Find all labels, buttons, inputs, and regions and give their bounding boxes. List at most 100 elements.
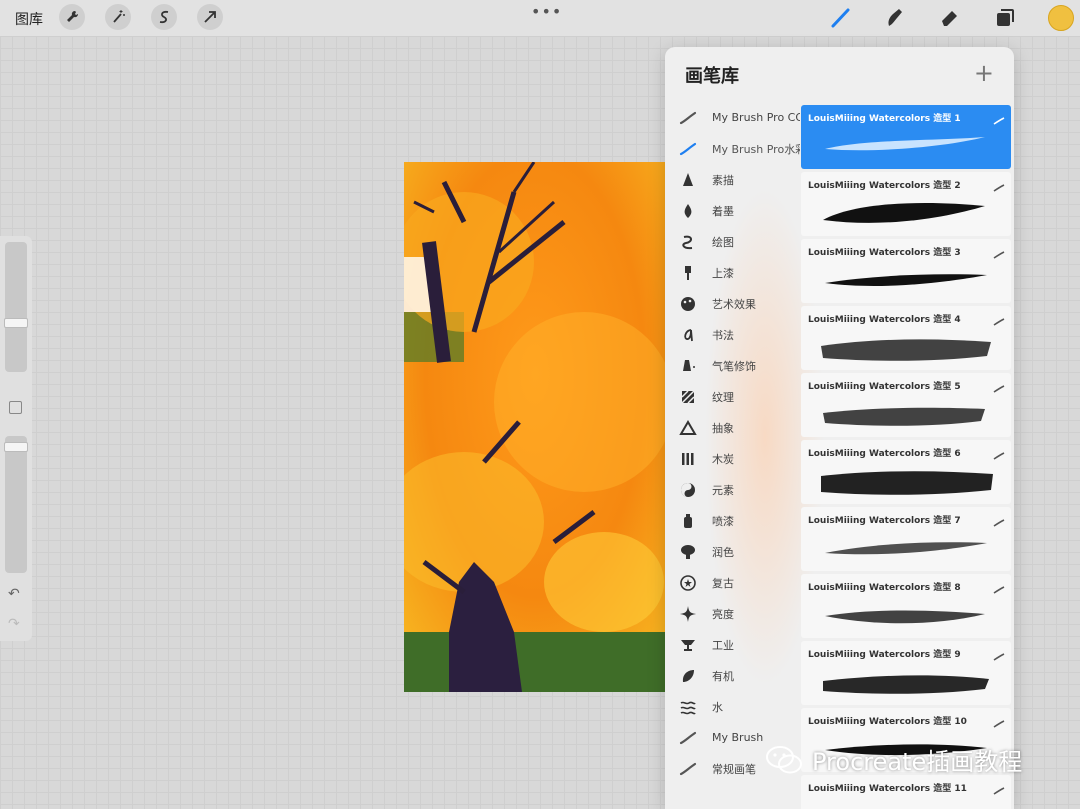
brush-category-item[interactable]: 水 — [665, 691, 801, 722]
brush-item[interactable]: LouisMiiing Watercolors 造型 5 — [801, 373, 1011, 437]
brush-category-list: My Brush Pro CG My Brush Pro水彩 素描着墨绘图上漆艺术效… — [665, 102, 801, 784]
brush-category-label: 亮度 — [712, 607, 734, 621]
selection-icon[interactable] — [151, 4, 177, 30]
texture-icon — [679, 388, 697, 406]
brush-name: LouisMiiing Watercolors 造型 5 — [808, 382, 961, 392]
brush-category-label: 喷漆 — [712, 514, 734, 528]
brush-category-item[interactable]: 喷漆 — [665, 505, 801, 536]
paint-brush-icon — [679, 264, 697, 282]
brush-stroke-preview — [815, 596, 995, 636]
brush-icon[interactable] — [829, 6, 853, 30]
ink-drop-icon — [679, 202, 697, 220]
brush-item[interactable]: LouisMiiing Watercolors 造型 6 — [801, 440, 1011, 504]
brush-category-label: 常规画笔 — [712, 762, 756, 776]
undo-icon[interactable]: ↶ — [8, 586, 20, 602]
redo-icon[interactable]: ↷ — [8, 616, 20, 632]
magic-wand-icon[interactable] — [105, 4, 131, 30]
brush-category-label: 气笔修饰 — [712, 359, 756, 373]
brush-preview-icon — [993, 445, 1005, 460]
brush-category-item[interactable]: 绘图 — [665, 226, 801, 257]
more-options-icon[interactable]: ••• — [531, 2, 562, 21]
brush-stroke-icon — [679, 729, 697, 747]
brush-category-item[interactable]: 艺术效果 — [665, 288, 801, 319]
brush-category-label: 水 — [712, 700, 723, 714]
brush-size-thumb[interactable] — [4, 318, 28, 328]
artwork-canvas[interactable] — [404, 162, 666, 692]
retro-star-icon — [679, 574, 697, 592]
brush-category-label: 素描 — [712, 173, 734, 187]
brush-preview-icon — [993, 177, 1005, 192]
brush-stroke-icon — [679, 760, 697, 778]
brush-item[interactable]: LouisMiiing Watercolors 造型 9 — [801, 641, 1011, 705]
brush-name: LouisMiiing Watercolors 造型 2 — [808, 181, 961, 191]
brush-item[interactable]: LouisMiiing Watercolors 造型 8 — [801, 574, 1011, 638]
opacity-slider[interactable] — [5, 436, 27, 573]
brush-category-item[interactable]: 着墨 — [665, 195, 801, 226]
gallery-button[interactable]: 图库 — [15, 9, 43, 29]
brush-category-label: 木炭 — [712, 452, 734, 466]
brush-category-label: 艺术效果 — [712, 297, 756, 311]
brush-item[interactable]: LouisMiiing Watercolors 造型 4 — [801, 306, 1011, 370]
brush-stroke-preview — [815, 328, 995, 368]
brush-item[interactable]: LouisMiiing Watercolors 造型 3 — [801, 239, 1011, 303]
calligraphy-icon — [679, 326, 697, 344]
brush-category-label: 有机 — [712, 669, 734, 683]
brush-category-item[interactable]: 木炭 — [665, 443, 801, 474]
brush-category-item[interactable]: 上漆 — [665, 257, 801, 288]
brush-item[interactable]: LouisMiiing Watercolors 造型 1 — [801, 105, 1011, 169]
triangle-icon — [679, 419, 697, 437]
brush-name: LouisMiiing Watercolors 造型 8 — [808, 583, 961, 593]
transform-arrow-icon[interactable] — [197, 4, 223, 30]
eraser-icon[interactable] — [938, 6, 962, 30]
panel-title: 画笔库 — [685, 66, 739, 87]
brush-category-label: 着墨 — [712, 204, 734, 218]
layers-icon[interactable] — [993, 6, 1017, 30]
brush-category-label: My Brush Pro水彩 — [712, 142, 800, 156]
brush-stroke-icon — [679, 109, 697, 127]
blender-icon — [679, 543, 697, 561]
brush-preview-icon — [993, 579, 1005, 594]
brush-category-item[interactable]: 气笔修饰 — [665, 350, 801, 381]
watermark: Procreate插画教程 — [764, 742, 1022, 777]
brush-category-item[interactable]: My Brush Pro水彩 — [665, 133, 801, 164]
brush-stroke-preview — [815, 663, 995, 703]
brush-category-item[interactable]: 书法 — [665, 319, 801, 350]
color-picker-swatch[interactable] — [1048, 5, 1074, 31]
brush-category-label: 上漆 — [712, 266, 734, 280]
brush-preview-icon — [993, 512, 1005, 527]
brush-category-label: My Brush Pro CG — [712, 111, 800, 124]
sparkle-icon — [679, 605, 697, 623]
brush-category-item[interactable]: 复古 — [665, 567, 801, 598]
brush-preview-icon — [993, 378, 1005, 393]
brush-list: LouisMiiing Watercolors 造型 1 LouisMiiing … — [801, 105, 1011, 809]
brush-category-item[interactable]: 纹理 — [665, 381, 801, 412]
leaf-icon — [679, 667, 697, 685]
brush-size-slider[interactable] — [5, 242, 27, 372]
brush-item[interactable]: LouisMiiing Watercolors 造型 7 — [801, 507, 1011, 571]
brush-name: LouisMiiing Watercolors 造型 9 — [808, 650, 961, 660]
squiggle-icon — [679, 233, 697, 251]
brush-category-label: 元素 — [712, 483, 734, 497]
brush-item[interactable]: LouisMiiing Watercolors 造型 2 — [801, 172, 1011, 236]
opacity-thumb[interactable] — [4, 442, 28, 452]
brush-category-item[interactable]: My Brush Pro CG — [665, 102, 801, 133]
modify-button[interactable] — [9, 401, 22, 414]
wrench-icon[interactable] — [59, 4, 85, 30]
brush-stroke-preview — [815, 395, 995, 435]
brush-category-item[interactable]: 元素 — [665, 474, 801, 505]
brush-item[interactable]: LouisMiiing Watercolors 造型 11 — [801, 775, 1011, 809]
brush-category-label: 纹理 — [712, 390, 734, 404]
brush-category-item[interactable]: 有机 — [665, 660, 801, 691]
brush-name: LouisMiiing Watercolors 造型 11 — [808, 784, 967, 794]
add-brush-set-button[interactable]: + — [974, 59, 994, 87]
brush-name: LouisMiiing Watercolors 造型 10 — [808, 717, 967, 727]
brush-category-item[interactable]: 抽象 — [665, 412, 801, 443]
brush-category-label: 书法 — [712, 328, 734, 342]
brush-category-item[interactable]: 亮度 — [665, 598, 801, 629]
brush-category-label: 复古 — [712, 576, 734, 590]
smudge-icon[interactable] — [883, 6, 907, 30]
brush-category-item[interactable]: 素描 — [665, 164, 801, 195]
brush-category-label: 工业 — [712, 638, 734, 652]
brush-category-item[interactable]: 润色 — [665, 536, 801, 567]
brush-category-item[interactable]: 工业 — [665, 629, 801, 660]
